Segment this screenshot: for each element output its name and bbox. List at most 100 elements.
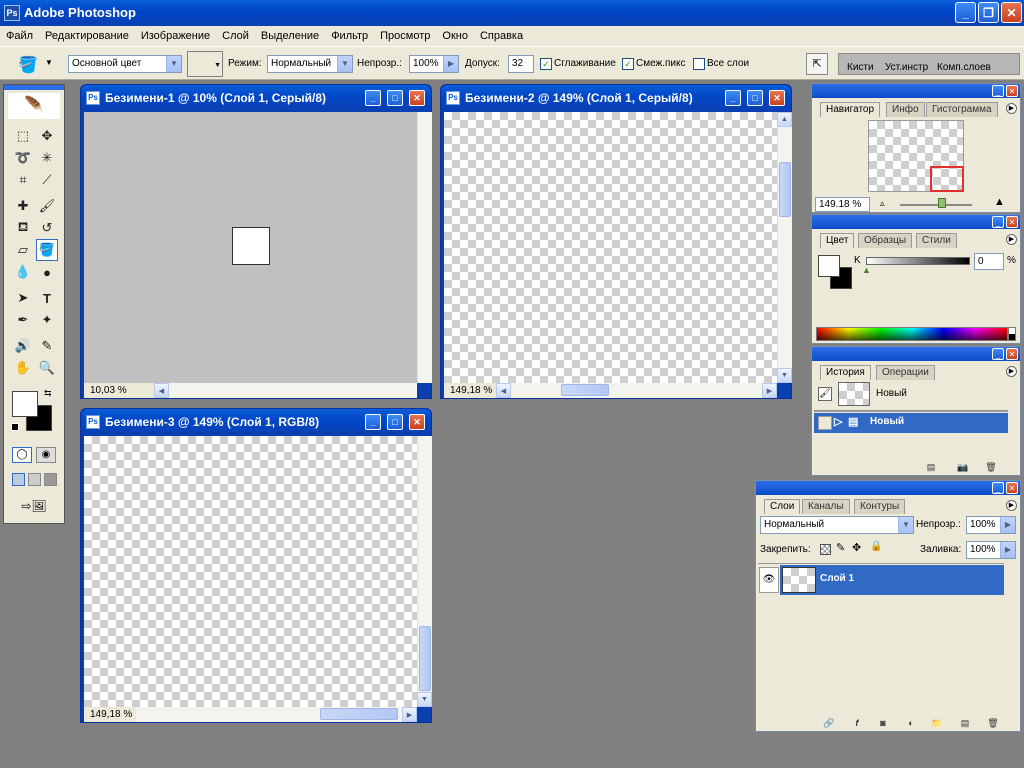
contiguous-checkbox[interactable]: ✓ [622, 58, 634, 70]
panel-title-bar[interactable] [812, 347, 1020, 361]
lasso-tool-icon[interactable]: ➰ [12, 147, 34, 169]
slice-tool-icon[interactable]: ⟋ [36, 169, 58, 191]
clone-stamp-tool-icon[interactable]: ⛾ [12, 217, 34, 239]
tool-preset-arrow-icon[interactable]: ▼ [45, 58, 53, 67]
minimize-button[interactable]: _ [955, 2, 976, 23]
view-box[interactable] [930, 166, 964, 192]
scroll-up-arrow-icon[interactable]: ▲ [777, 112, 792, 127]
document-canvas-area[interactable] [84, 112, 417, 383]
vertical-scroll-thumb[interactable] [779, 162, 791, 217]
image-canvas[interactable] [232, 227, 270, 265]
dodge-tool-icon[interactable]: ● [36, 261, 58, 283]
horizontal-scroll-thumb[interactable] [320, 708, 398, 720]
path-selection-tool-icon[interactable]: ➤ [12, 287, 34, 309]
crop-tool-icon[interactable]: ⌗ [12, 169, 34, 191]
tolerance-input[interactable]: 32 [508, 55, 534, 73]
tab-swatches[interactable]: Образцы [858, 233, 913, 248]
history-state-checkbox[interactable] [818, 416, 832, 430]
layer-opacity-input[interactable]: 100% ▶ [966, 516, 1016, 534]
panel-minimize-button[interactable]: _ [992, 348, 1004, 360]
zoom-slider-thumb[interactable] [938, 198, 946, 208]
scroll-left-arrow-icon[interactable]: ◀ [496, 383, 511, 398]
k-slider-thumb-icon[interactable]: ▲ [862, 265, 871, 275]
tab-info[interactable]: Инфо [886, 102, 925, 117]
new-group-icon[interactable]: 📁 [930, 717, 944, 729]
menu-image[interactable]: Изображение [135, 30, 216, 42]
default-colors-icon[interactable] [11, 423, 19, 431]
scroll-down-arrow-icon[interactable]: ▼ [777, 368, 792, 383]
menu-layer[interactable]: Слой [216, 30, 255, 42]
image-canvas[interactable] [444, 112, 777, 383]
panel-close-button[interactable]: ✕ [1006, 216, 1018, 228]
type-tool-icon[interactable]: T [36, 287, 58, 309]
close-button[interactable]: ✕ [1001, 2, 1022, 23]
vertical-scroll-thumb[interactable] [419, 626, 431, 691]
menu-view[interactable]: Просмотр [374, 30, 436, 42]
panel-close-button[interactable]: ✕ [1006, 85, 1018, 97]
vertical-scrollbar[interactable] [417, 112, 432, 383]
horizontal-scrollbar[interactable]: ◀ ▶ [496, 383, 777, 398]
delete-state-icon[interactable]: 🗑 [984, 461, 998, 473]
quick-mask-button[interactable]: ◉ [36, 447, 56, 463]
tab-paths[interactable]: Контуры [854, 499, 906, 514]
doc-minimize-button[interactable]: _ [725, 90, 741, 106]
imageready-icon[interactable]: ⇱ [806, 53, 828, 75]
doc-minimize-button[interactable]: _ [365, 90, 381, 106]
delete-layer-icon[interactable]: 🗑 [986, 717, 1000, 729]
navigator-thumbnail[interactable] [868, 120, 964, 192]
opacity-input[interactable]: 100% ▶ [409, 55, 459, 73]
panel-minimize-button[interactable]: _ [992, 216, 1004, 228]
tab-layers[interactable]: Слои [764, 499, 801, 514]
fill-source-select[interactable]: Основной цвет ▼ [68, 55, 182, 73]
zoom-readout[interactable]: 10,03 % [90, 385, 127, 396]
feather-logo-icon[interactable]: 🪶 [8, 93, 60, 119]
new-layer-icon[interactable]: ▤ [958, 717, 972, 729]
pen-tool-icon[interactable]: ✒ [12, 309, 34, 331]
tab-color[interactable]: Цвет [820, 233, 855, 248]
new-snapshot-icon[interactable]: 📷 [956, 461, 970, 473]
panel-close-button[interactable]: ✕ [1006, 482, 1018, 494]
foreground-color-swatch[interactable] [818, 255, 840, 277]
history-state-row[interactable]: ▷ ▤ Новый [814, 413, 1008, 433]
panel-title-bar[interactable] [756, 481, 1020, 495]
well-tab-tool-presets[interactable]: Уст.инстр [885, 62, 928, 73]
panel-close-button[interactable]: ✕ [1006, 348, 1018, 360]
lock-image-icon[interactable]: ✎ [836, 541, 845, 554]
layer-row[interactable]: Слой 1 [780, 565, 1004, 595]
new-document-from-state-icon[interactable]: ▤ [924, 461, 938, 473]
custom-shape-tool-icon[interactable]: ✦ [36, 309, 58, 331]
tab-histogram[interactable]: Гистограмма [926, 102, 998, 117]
hand-tool-icon[interactable]: ✋ [12, 357, 34, 379]
healing-brush-tool-icon[interactable]: ✚ [12, 195, 34, 217]
menu-window[interactable]: Окно [436, 30, 474, 42]
doc-close-button[interactable]: ✕ [769, 90, 785, 106]
navigator-zoom-input[interactable]: 149.18 % [815, 197, 870, 212]
zoom-readout[interactable]: 149,18 % [90, 709, 132, 720]
scroll-right-arrow-icon[interactable]: ▶ [762, 383, 777, 398]
panel-menu-icon[interactable]: ▶ [1006, 103, 1017, 114]
screen-mode-full-menu-icon[interactable] [28, 473, 41, 486]
vertical-scrollbar[interactable]: ▼ [417, 436, 432, 707]
adjustment-layer-icon[interactable]: ◐ [904, 717, 918, 729]
panel-menu-icon[interactable]: ▶ [1006, 366, 1017, 377]
horizontal-scroll-thumb[interactable] [561, 384, 609, 396]
arrow-right-icon[interactable]: ▶ [443, 56, 458, 72]
doc-maximize-button[interactable]: □ [387, 414, 403, 430]
tab-styles[interactable]: Стили [916, 233, 957, 248]
panel-menu-icon[interactable]: ▶ [1006, 500, 1017, 511]
scroll-down-arrow-icon[interactable]: ▼ [417, 692, 432, 707]
layer-visibility-eye-icon[interactable]: 👁 [759, 567, 779, 593]
history-brush-source-icon[interactable]: 🖌 [818, 387, 832, 401]
layer-style-icon[interactable]: f [850, 717, 864, 729]
menu-edit[interactable]: Редактирование [39, 30, 135, 42]
image-canvas[interactable] [84, 436, 417, 707]
doc-minimize-button[interactable]: _ [365, 414, 381, 430]
eraser-tool-icon[interactable]: ▱ [12, 239, 34, 261]
panel-title-bar[interactable] [812, 84, 1020, 98]
k-value-input[interactable]: 0 [974, 253, 1004, 270]
k-channel-slider[interactable] [866, 257, 970, 265]
zoom-out-icon[interactable]: ▵ [880, 198, 885, 209]
tab-actions[interactable]: Операции [876, 365, 935, 380]
vertical-scrollbar[interactable]: ▲ ▼ [777, 112, 792, 383]
screen-mode-full-icon[interactable] [44, 473, 57, 486]
